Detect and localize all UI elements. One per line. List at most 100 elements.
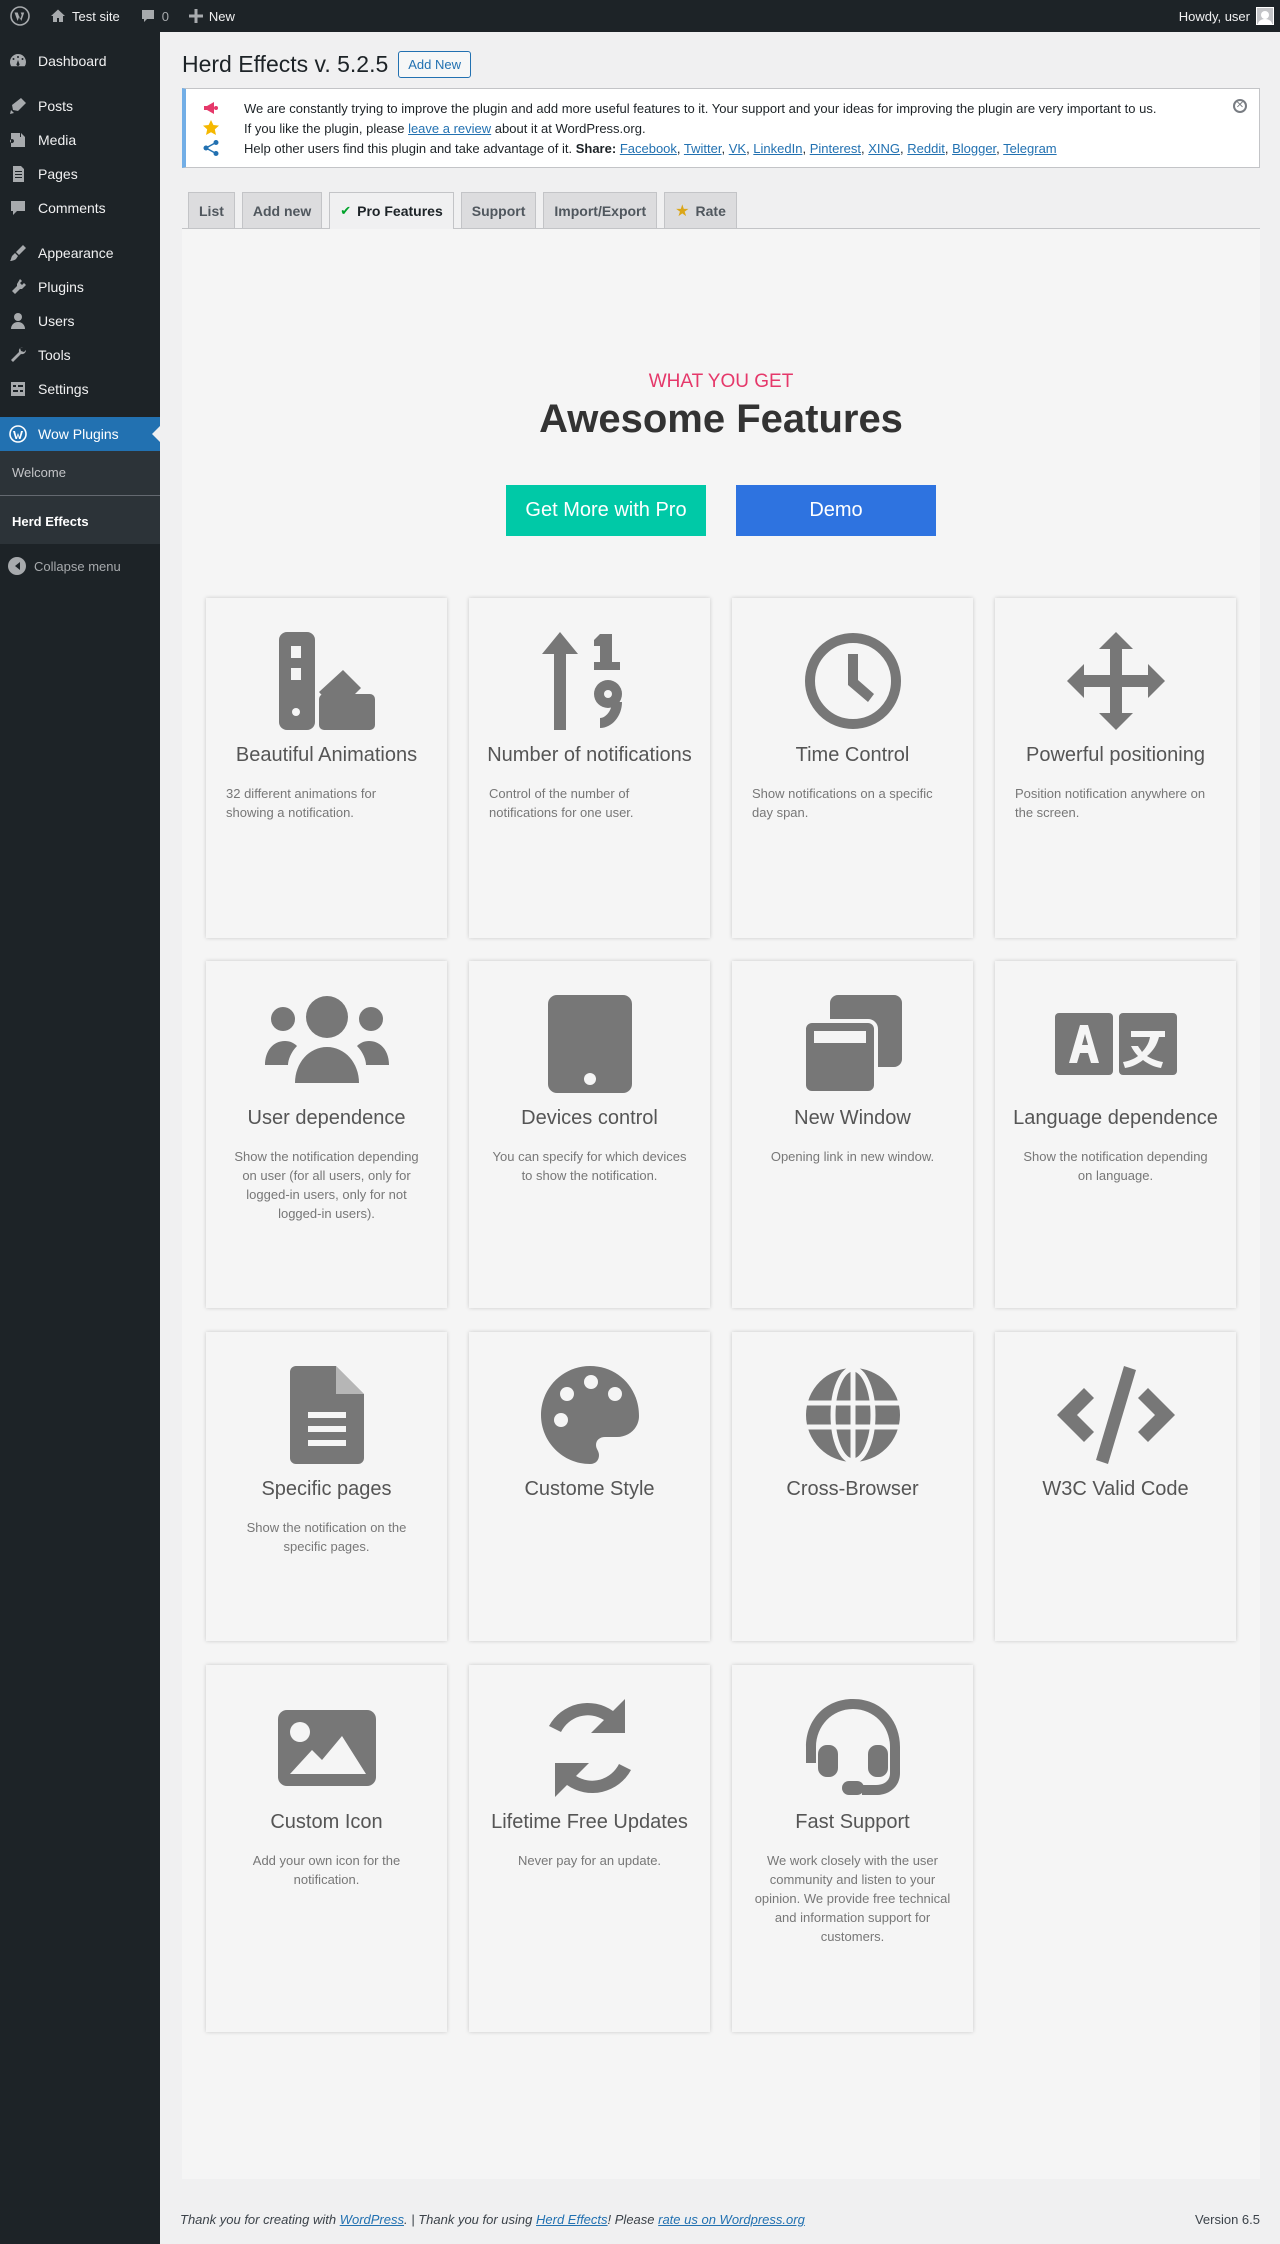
admin-footer: Thank you for creating with WordPress. |… [180, 2212, 1260, 2227]
share-link-vk[interactable]: VK [729, 141, 746, 156]
feature-card: Powerful positioning Position notificati… [995, 598, 1236, 938]
feature-title: Time Control [795, 744, 910, 766]
footer-text: . | Thank you for using [404, 2212, 536, 2227]
clock-icon [804, 633, 901, 729]
sidebar-item-plugins[interactable]: Plugins [0, 270, 160, 304]
comments-icon [11, 201, 25, 215]
demo-button[interactable]: Demo [736, 485, 936, 536]
feature-card: W3C Valid Code [995, 1332, 1236, 1641]
sidebar-item-tools[interactable]: Tools [0, 338, 160, 372]
add-new-button[interactable]: Add New [398, 51, 471, 78]
feature-card: Custome Style [469, 1332, 710, 1641]
feature-card: New Window Opening link in new window. [732, 961, 973, 1308]
feature-title: Custom Icon [270, 1811, 383, 1833]
sidebar-item-label: Users [38, 313, 75, 329]
tab-support[interactable]: Support [460, 192, 537, 228]
sidebar-item-label: Pages [38, 166, 78, 182]
tab-add-new[interactable]: Add new [241, 192, 323, 228]
sidebar-item-settings[interactable]: Settings [0, 372, 160, 406]
sidebar-item-appearance[interactable]: Appearance [0, 236, 160, 270]
sidebar-item-label: Media [38, 132, 77, 148]
megaphone-icon [204, 102, 218, 114]
feature-description: Add your own icon for the notification. [252, 1853, 401, 1887]
get-pro-button[interactable]: Get More with Pro [506, 485, 706, 536]
footer-thanks: Thank you for creating with WordPress. |… [180, 2212, 805, 2227]
notice-line-1: We are constantly trying to improve the … [244, 101, 1157, 116]
sidebar-item-posts[interactable]: Posts [0, 89, 160, 123]
new-content-link[interactable]: New [179, 0, 245, 32]
pro-features-panel: WHAT YOU GET Awesome Features Get More w… [182, 229, 1260, 2179]
tab-label: Add new [252, 202, 312, 219]
tab-pro-features[interactable]: ✔ Pro Features [329, 192, 454, 229]
sidebar-item-wow-plugins[interactable]: Wow Plugins [0, 417, 160, 451]
media-icon [10, 133, 25, 147]
collapse-menu-button[interactable]: Collapse menu [0, 548, 160, 584]
share-link-twitter[interactable]: Twitter [684, 141, 722, 156]
star-icon [203, 120, 219, 135]
rate-us-link[interactable]: rate us on Wordpress.org [658, 2212, 805, 2227]
wordpress-link[interactable]: WordPress [340, 2212, 404, 2227]
feature-title: Powerful positioning [1026, 744, 1205, 766]
feature-description: 32 different animations for showing a no… [226, 786, 377, 820]
wow-plugins-icon [9, 425, 27, 443]
share-link-telegram[interactable]: Telegram [1003, 141, 1056, 156]
feature-description: Opening link in new window. [770, 1149, 935, 1164]
feature-card: Language dependence Show the notificatio… [995, 961, 1236, 1308]
site-name-link[interactable]: Test site [40, 0, 130, 32]
submenu-divider [0, 495, 160, 496]
new-label: New [208, 8, 235, 24]
share-icon [203, 140, 219, 156]
feature-description: Control of the number of notifications f… [489, 786, 634, 820]
tab-import-export[interactable]: Import/Export [543, 192, 658, 228]
share-link-facebook[interactable]: Facebook [620, 141, 677, 156]
sync-icon [548, 1699, 631, 1797]
plugin-tabs: List Add new ✔ Pro Features Support Impor… [182, 192, 1260, 229]
herd-effects-link[interactable]: Herd Effects [536, 2212, 608, 2227]
feature-card: Custom Icon Add your own icon for the no… [206, 1665, 447, 2032]
tab-list[interactable]: List [188, 192, 235, 228]
share-link-blogger[interactable]: Blogger [952, 141, 996, 156]
share-links: Facebook, Twitter, VK, LinkedIn, Pintere… [619, 141, 1057, 156]
share-link-reddit[interactable]: Reddit [907, 141, 945, 156]
sort-numeric-icon [541, 632, 622, 730]
feature-description: Never pay for an update. [517, 1853, 662, 1868]
feature-title: Cross-Browser [786, 1478, 919, 1500]
wordpress-logo-button[interactable] [0, 0, 40, 32]
notice-text: If you like the plugin, please [244, 121, 409, 136]
sidebar-item-label: Appearance [38, 245, 114, 261]
feature-card: Number of notifications Control of the n… [469, 598, 710, 938]
leave-review-link[interactable]: leave a review [408, 121, 491, 136]
howdy-label: Howdy, user [1178, 8, 1250, 24]
wow-plugins-submenu: Welcome Herd Effects [0, 451, 160, 544]
dismiss-notice-button[interactable]: ✕ [1233, 99, 1247, 113]
comments-link[interactable]: 0 [130, 0, 179, 32]
sidebar-item-label: Wow Plugins [38, 426, 119, 442]
submenu-item-herd-effects[interactable]: Herd Effects [0, 506, 160, 536]
notice-line-2: If you like the plugin, please leave a r… [244, 119, 1259, 139]
wordpress-logo-icon [10, 6, 30, 26]
eyebrow-heading: WHAT YOU GET [648, 371, 794, 392]
submenu-item-welcome[interactable]: Welcome [0, 457, 160, 487]
sidebar-item-pages[interactable]: Pages [0, 157, 160, 191]
tab-label: List [199, 202, 224, 219]
check-icon: ✔ [340, 203, 352, 218]
tab-rate[interactable]: ★ Rate [664, 192, 737, 228]
sidebar-item-comments[interactable]: Comments [0, 191, 160, 225]
feature-card: User dependence Show the notification de… [206, 961, 447, 1308]
my-account-link[interactable]: Howdy, user [1169, 0, 1280, 32]
image-icon [277, 1710, 376, 1786]
share-link-xing[interactable]: XING [868, 141, 900, 156]
share-link-linkedin[interactable]: LinkedIn [753, 141, 802, 156]
headset-icon [805, 1699, 900, 1795]
notice-text: Help other users find this plugin and ta… [244, 141, 576, 156]
sidebar-item-label: Comments [38, 200, 106, 216]
sidebar-item-label: Settings [38, 381, 89, 397]
palette-swatch-icon [278, 632, 375, 730]
sidebar-item-media[interactable]: Media [0, 123, 160, 157]
sidebar-item-dashboard[interactable]: Dashboard [0, 44, 160, 78]
feature-description: Show the notification depending on langu… [1023, 1149, 1208, 1183]
settings-icon [11, 382, 25, 396]
share-link-pinterest[interactable]: Pinterest [810, 141, 861, 156]
sidebar-item-users[interactable]: Users [0, 304, 160, 338]
feature-card: Beautiful Animations 32 different animat… [206, 598, 447, 938]
